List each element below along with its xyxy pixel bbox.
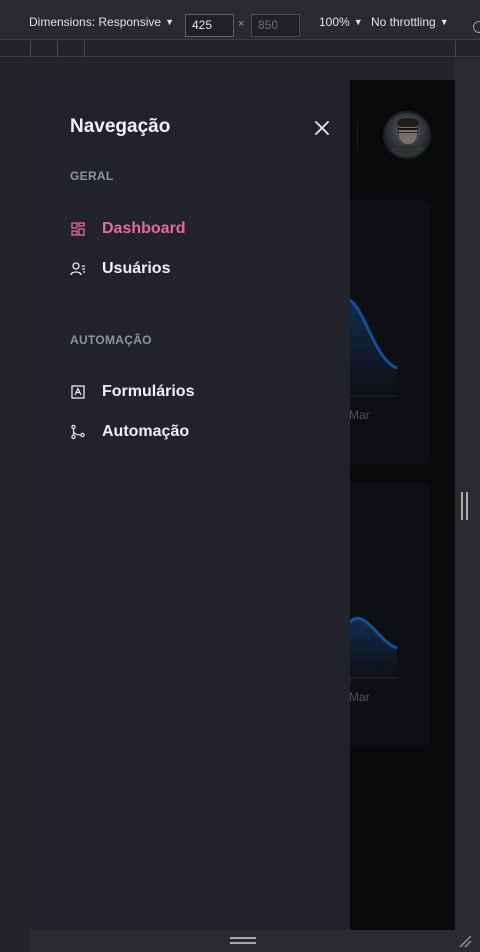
nav-label-usuarios: Usuários: [102, 260, 171, 277]
nav-label-formularios: Formulários: [102, 383, 195, 400]
media-query-ruler: [0, 41, 480, 57]
close-icon: [315, 121, 329, 135]
zoom-dropdown[interactable]: 100% ▼: [319, 4, 363, 40]
dimensions-label: Dimensions: Responsive: [29, 15, 162, 29]
form-icon: [71, 385, 85, 399]
dimensions-dropdown[interactable]: Dimensions: Responsive ▼: [29, 4, 174, 40]
emulated-page: Mar Mar Navegação GERAL Dashboard Usuári…: [30, 80, 455, 930]
throttling-dropdown[interactable]: No throttling ▼: [371, 4, 449, 40]
users-icon: [70, 262, 85, 276]
height-input[interactable]: 850: [251, 14, 300, 37]
navigation-drawer: Navegação GERAL Dashboard Usuários AUTOM…: [30, 80, 350, 930]
width-input[interactable]: 425: [185, 14, 234, 37]
nav-item-automacao[interactable]: Automação: [70, 417, 310, 447]
rotate-icon[interactable]: [473, 21, 480, 33]
close-drawer-button[interactable]: [312, 118, 332, 138]
nav-label-dashboard: Dashboard: [102, 220, 186, 237]
nav-label-automacao: Automação: [102, 423, 190, 440]
resize-corner-icon[interactable]: [458, 934, 472, 948]
drawer-backdrop[interactable]: [350, 80, 455, 930]
workflow-icon: [71, 424, 85, 440]
nav-item-dashboard[interactable]: Dashboard: [70, 214, 310, 244]
drawer-title: Navegação: [70, 116, 171, 137]
zoom-label: 100%: [319, 15, 350, 29]
section-label-geral: GERAL: [70, 169, 114, 183]
dimension-separator: ×: [238, 18, 245, 30]
nav-item-formularios[interactable]: Formulários: [70, 377, 310, 407]
zoom-caret-icon: ▼: [353, 17, 363, 27]
dimensions-caret-icon: ▼: [165, 17, 174, 27]
devtools-device-toolbar: Dimensions: Responsive ▼ 425 × 850 100% ▼ …: [0, 4, 480, 40]
throttling-label: No throttling: [371, 15, 436, 29]
nav-item-usuarios[interactable]: Usuários: [70, 254, 310, 284]
dashboard-icon: [71, 222, 85, 236]
throttling-caret-icon: ▼: [439, 17, 449, 27]
section-label-automacao: AUTOMAÇÃO: [70, 333, 152, 347]
viewport-resize-handle-right[interactable]: [461, 492, 469, 520]
viewport-resize-handle-bottom[interactable]: [230, 937, 256, 945]
